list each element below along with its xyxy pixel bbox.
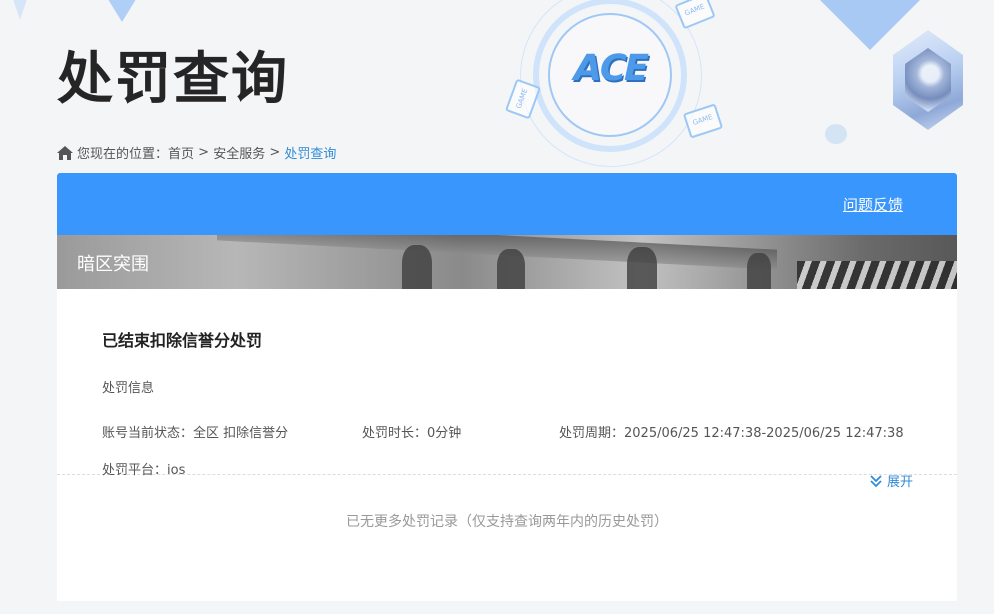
info-row: 账号当前状态：全区 扣除信誉分 处罚时长：0分钟 处罚周期：2025/06/25… — [102, 422, 912, 441]
penalty-period: 处罚周期：2025/06/25 12:47:38-2025/06/25 12:4… — [559, 422, 904, 441]
breadcrumb-separator: > — [265, 145, 285, 160]
banner-image-detail — [797, 261, 957, 289]
expand-button[interactable]: 展开 — [869, 471, 913, 490]
game-banner: 暗区突围 — [57, 235, 957, 289]
status-label: 账号当前状态： — [102, 426, 194, 441]
period-label: 处罚周期： — [559, 426, 625, 441]
decor-triangle — [90, 0, 154, 22]
panel-header-bar: 问题反馈 — [57, 173, 957, 235]
game-name: 暗区突围 — [77, 254, 149, 275]
decor-triangle — [0, 0, 40, 20]
penalty-platform: 处罚平台：ios — [102, 459, 912, 478]
period-value: 2025/06/25 12:47:38-2025/06/25 12:47:38 — [624, 426, 904, 441]
breadcrumb-prefix: 您现在的位置： — [77, 147, 169, 162]
breadcrumb-home[interactable]: 首页 — [168, 143, 194, 162]
platform-value: ios — [167, 463, 186, 478]
expand-label: 展开 — [886, 475, 913, 490]
account-status: 账号当前状态：全区 扣除信誉分 — [102, 422, 362, 441]
banner-image-detail — [402, 245, 432, 289]
platform-label: 处罚平台： — [102, 463, 168, 478]
no-more-records-note: 已无更多处罚记录（仅支持查询两年内的历史处罚） — [346, 514, 668, 530]
double-chevron-down-icon — [870, 474, 882, 487]
penalty-duration: 处罚时长：0分钟 — [362, 422, 559, 441]
breadcrumb-current: 处罚查询 — [284, 147, 337, 162]
section-label: 处罚信息 — [102, 381, 155, 396]
home-icon — [57, 145, 73, 160]
breadcrumb-separator: > — [194, 145, 214, 160]
banner-image-detail — [747, 253, 771, 289]
penalty-record: 已结束扣除信誉分处罚 处罚信息 账号当前状态：全区 扣除信誉分 处罚时长：0分钟… — [57, 289, 957, 490]
breadcrumb-security-service[interactable]: 安全服务 — [213, 143, 265, 162]
duration-value: 0分钟 — [427, 426, 462, 441]
record-title: 已结束扣除信誉分处罚 — [102, 331, 263, 350]
ace-logo: ACE — [569, 48, 651, 89]
status-value: 全区 扣除信誉分 — [193, 426, 289, 441]
breadcrumb: 您现在的位置： 首页 > 安全服务 > 处罚查询 — [57, 143, 336, 162]
duration-label: 处罚时长： — [362, 426, 428, 441]
page-title: 处罚查询 — [57, 47, 289, 112]
feedback-link[interactable]: 问题反馈 — [843, 194, 903, 215]
banner-image-detail — [497, 249, 525, 289]
banner-image-detail — [627, 247, 657, 289]
decor-triangle — [760, 0, 980, 50]
penalty-panel: 问题反馈 暗区突围 已结束扣除信誉分处罚 处罚信息 账号当前状态：全区 扣除信誉… — [57, 173, 957, 601]
decor-orb — [825, 124, 847, 144]
